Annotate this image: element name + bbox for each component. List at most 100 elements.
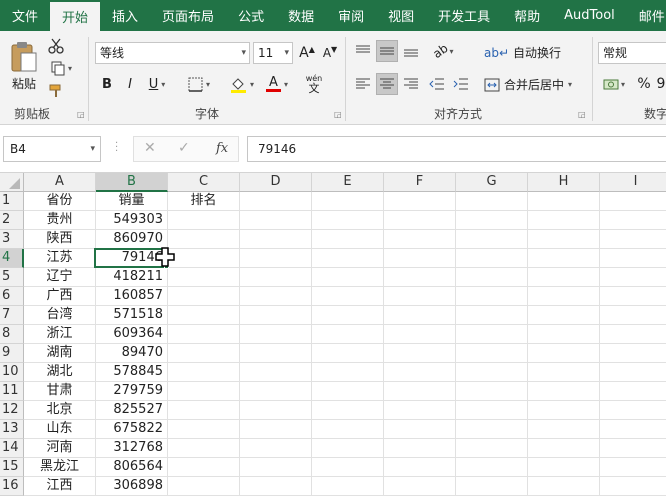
cell-e5[interactable] [312,268,384,287]
column-header-i[interactable]: I [600,173,666,192]
cell-f15[interactable] [384,458,456,477]
row-header-13[interactable]: 13 [0,420,24,439]
tab-help[interactable]: 帮助 [502,0,552,31]
cell-i7[interactable] [600,306,666,325]
row-header-2[interactable]: 2 [0,211,24,230]
cell-i9[interactable] [600,344,666,363]
row-header-15[interactable]: 15 [0,458,24,477]
cell-b6[interactable]: 160857 [96,287,168,306]
format-painter-button[interactable] [46,81,66,101]
cell-d6[interactable] [240,287,312,306]
cell-f16[interactable] [384,477,456,496]
column-header-h[interactable]: H [528,173,600,192]
cell-i12[interactable] [600,401,666,420]
cell-c5[interactable] [168,268,240,287]
tab-mail[interactable]: 邮件 [627,0,666,31]
tab-insert[interactable]: 插入 [100,0,150,31]
cell-i10[interactable] [600,363,666,382]
decrease-indent-button[interactable] [426,73,448,95]
cell-i11[interactable] [600,382,666,401]
cell-d16[interactable] [240,477,312,496]
cell-d2[interactable] [240,211,312,230]
cell-h8[interactable] [528,325,600,344]
cell-h4[interactable] [528,249,600,268]
cell-d1[interactable] [240,192,312,211]
column-header-a[interactable]: A [24,173,96,192]
cell-f8[interactable] [384,325,456,344]
cell-f7[interactable] [384,306,456,325]
cell-i2[interactable] [600,211,666,230]
cell-c12[interactable] [168,401,240,420]
merge-center-button[interactable]: 合并后居中 ▾ [484,76,572,93]
cell-b5[interactable]: 418211 [96,268,168,287]
cell-d9[interactable] [240,344,312,363]
row-header-5[interactable]: 5 [0,268,24,287]
cell-e7[interactable] [312,306,384,325]
cell-f12[interactable] [384,401,456,420]
cell-c2[interactable] [168,211,240,230]
cell-g9[interactable] [456,344,528,363]
tab-audtool[interactable]: AudTool [552,0,627,31]
cell-c13[interactable] [168,420,240,439]
cell-a10[interactable]: 湖北 [24,363,96,382]
percent-style-button[interactable]: % [634,73,654,95]
cell-i14[interactable] [600,439,666,458]
row-header-3[interactable]: 3 [0,230,24,249]
grow-font-button[interactable]: A ▲ [297,43,317,63]
cell-g11[interactable] [456,382,528,401]
cell-f13[interactable] [384,420,456,439]
cell-i3[interactable] [600,230,666,249]
row-header-8[interactable]: 8 [0,325,24,344]
cell-h6[interactable] [528,287,600,306]
borders-button[interactable]: ▾ [184,74,214,94]
cell-d7[interactable] [240,306,312,325]
row-header-7[interactable]: 7 [0,306,24,325]
cell-f4[interactable] [384,249,456,268]
cell-a7[interactable]: 台湾 [24,306,96,325]
cell-f3[interactable] [384,230,456,249]
align-middle-button[interactable] [376,40,398,62]
cell-e2[interactable] [312,211,384,230]
cancel-icon[interactable]: ✕ [144,140,156,156]
cell-h7[interactable] [528,306,600,325]
cell-c8[interactable] [168,325,240,344]
cell-a6[interactable]: 广西 [24,287,96,306]
cell-b12[interactable]: 825527 [96,401,168,420]
row-header-12[interactable]: 12 [0,401,24,420]
column-header-g[interactable]: G [456,173,528,192]
cell-a13[interactable]: 山东 [24,420,96,439]
column-header-d[interactable]: D [240,173,312,192]
cell-f2[interactable] [384,211,456,230]
cell-h11[interactable] [528,382,600,401]
cell-d4[interactable] [240,249,312,268]
cell-e15[interactable] [312,458,384,477]
cell-g10[interactable] [456,363,528,382]
fill-color-button[interactable]: ▾ [226,74,258,94]
row-header-9[interactable]: 9 [0,344,24,363]
row-header-6[interactable]: 6 [0,287,24,306]
cell-g3[interactable] [456,230,528,249]
cell-d10[interactable] [240,363,312,382]
cell-e10[interactable] [312,363,384,382]
cell-i15[interactable] [600,458,666,477]
cell-f10[interactable] [384,363,456,382]
tab-formulas[interactable]: 公式 [226,0,276,31]
tab-file[interactable]: 文件 [0,0,50,31]
cell-g7[interactable] [456,306,528,325]
tab-home[interactable]: 开始 [50,0,101,31]
cell-b15[interactable]: 806564 [96,458,168,477]
cell-a4[interactable]: 江苏 [24,249,96,268]
cell-f11[interactable] [384,382,456,401]
cell-c7[interactable] [168,306,240,325]
cell-g5[interactable] [456,268,528,287]
cell-c16[interactable] [168,477,240,496]
paste-button[interactable]: 粘贴 [6,37,42,95]
cell-a11[interactable]: 甘肃 [24,382,96,401]
align-top-button[interactable] [352,40,374,62]
cell-a3[interactable]: 陕西 [24,230,96,249]
cell-g16[interactable] [456,477,528,496]
cell-h9[interactable] [528,344,600,363]
cell-g15[interactable] [456,458,528,477]
cell-a9[interactable]: 湖南 [24,344,96,363]
formula-input[interactable]: 79146 [247,136,666,162]
